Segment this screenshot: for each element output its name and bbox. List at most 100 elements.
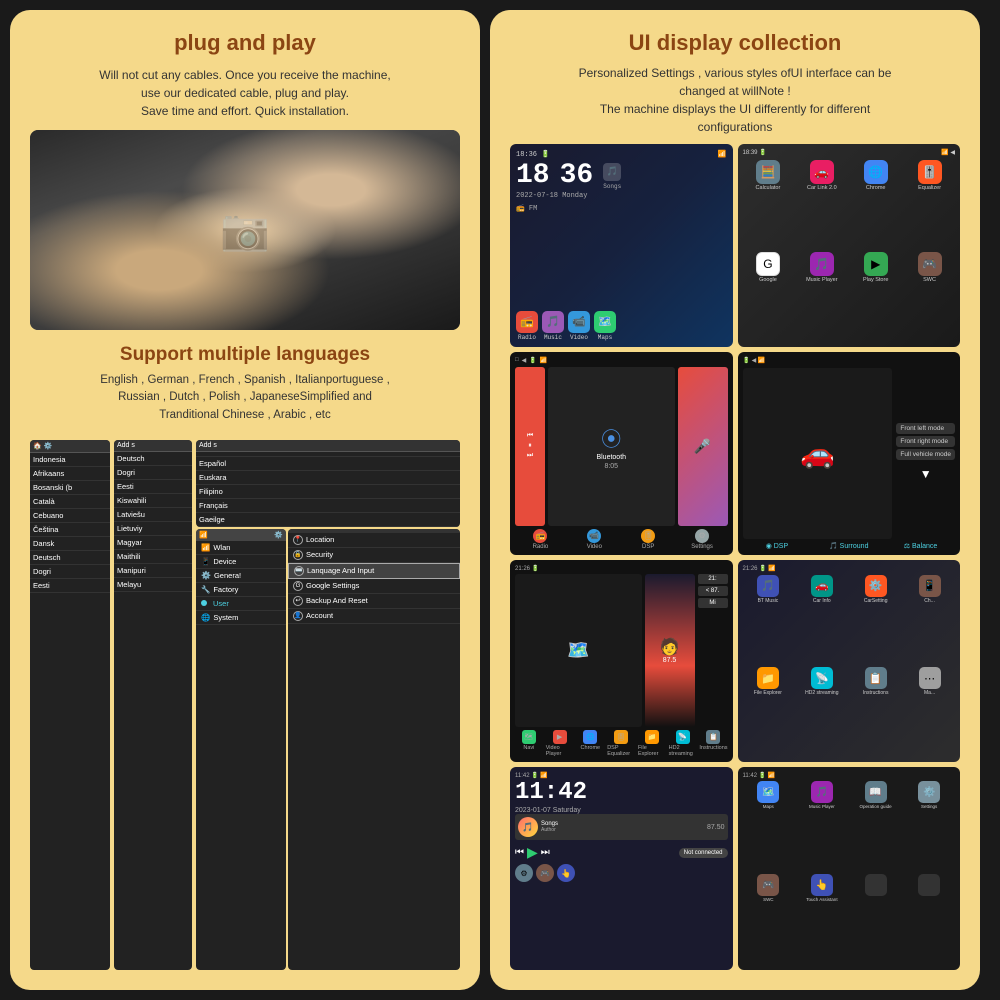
ui3-nav-radio[interactable]: 📻 Radio bbox=[515, 529, 566, 550]
lang-item-deutsch[interactable]: Deutsch bbox=[30, 551, 110, 565]
settings-nav-device[interactable]: 📱 Device bbox=[196, 555, 286, 569]
lang-item-cestina[interactable]: Čeština bbox=[30, 523, 110, 537]
lang-item-filipino[interactable]: Filipino bbox=[196, 485, 460, 499]
lang-item-francais[interactable]: Français bbox=[196, 499, 460, 513]
instructions-label: Instructions bbox=[699, 745, 727, 751]
ui8-settings-label: Settings bbox=[921, 804, 937, 809]
ui4-balance-label[interactable]: ⚖ Balance bbox=[886, 542, 955, 550]
lang-item-catala[interactable]: Català bbox=[30, 495, 110, 509]
seat-front-right[interactable]: Front right mode bbox=[896, 436, 955, 447]
ui2-carlink[interactable]: 🚗 Car Link 2.0 bbox=[796, 160, 847, 249]
ui3-nav-dsp[interactable]: 🎚 DSP bbox=[623, 529, 674, 550]
ui8-swc[interactable]: 🎮 SWC bbox=[743, 874, 795, 965]
lang-item-lietuviy[interactable]: Lietuviy bbox=[114, 522, 192, 536]
lang-item-cebuano[interactable]: Cebuano bbox=[30, 509, 110, 523]
lang-item-dogri2[interactable]: Dogri bbox=[114, 466, 192, 480]
lang-item-deutsch2[interactable]: Deutsch bbox=[114, 452, 192, 466]
ui7-prev-btn[interactable]: ⏮ bbox=[515, 847, 524, 858]
ui4-surround-label[interactable]: 🎵 Surround bbox=[814, 542, 883, 550]
settings-sub-backup[interactable]: ↩ Backup And Reset bbox=[288, 594, 460, 609]
ui2-playstore[interactable]: ▶ Play Store bbox=[850, 252, 901, 341]
seat-front-left[interactable]: Front left mode bbox=[896, 423, 955, 434]
navi-label: Navi bbox=[523, 745, 534, 751]
ui5-app-navi[interactable]: 🗺 Navi bbox=[515, 730, 543, 757]
ui6-fileexplorer[interactable]: 📁 File Explorer bbox=[743, 667, 794, 757]
ui5-app-dsp[interactable]: 🎚 DSP Equalizer bbox=[607, 730, 635, 757]
lang-col3-content: Español Euskara Filipino Français Gaeilg… bbox=[196, 452, 460, 527]
ui6-btmusic[interactable]: 🎵 BT Music bbox=[743, 575, 794, 665]
ui3-nav-video[interactable]: 📹 Video bbox=[569, 529, 620, 550]
ui8-settings[interactable]: ⚙️ Settings bbox=[903, 781, 955, 872]
settings-sub-location[interactable]: 📍 Location bbox=[288, 533, 460, 548]
ui8-opguide[interactable]: 📖 Operation guide bbox=[850, 781, 902, 872]
settings-nav-factory[interactable]: 🔧 Factory bbox=[196, 583, 286, 597]
ui3-settings-label: Settings bbox=[691, 544, 713, 550]
ui2-swc[interactable]: 🎮 SWC bbox=[904, 252, 955, 341]
lang-item-euskara[interactable]: Euskara bbox=[196, 471, 460, 485]
ui-screen-3: □◀🔋📶 ⏮⏸⏭ ⦿ Bluetooth 8:05 🎤 bbox=[510, 352, 733, 555]
settings-sub-language[interactable]: ⌨️ Lanquage And Input bbox=[288, 563, 460, 579]
lang-item-dogri[interactable]: Dogri bbox=[30, 565, 110, 579]
ui5-app-fileexplorer[interactable]: 📁 File Explorer bbox=[638, 730, 666, 757]
settings-nav-user[interactable]: User bbox=[196, 597, 286, 611]
ui6-more[interactable]: ⋯ Ma... bbox=[904, 667, 955, 757]
ui2-equalizer[interactable]: 🎚️ Equalizer bbox=[904, 160, 955, 249]
ui1-app-video[interactable]: 📹 Video bbox=[568, 311, 590, 341]
ui5-app-hd2[interactable]: 📡 HD2 streaming bbox=[669, 730, 697, 757]
ui2-chrome[interactable]: 🌐 Chrome bbox=[850, 160, 901, 249]
ui1-app-maps[interactable]: 🗺️ Maps bbox=[594, 311, 616, 341]
settings-nav-general[interactable]: ⚙️ Genera! bbox=[196, 569, 286, 583]
ui7-touch-btn[interactable]: 👆 bbox=[557, 864, 575, 882]
lang-item-afrikaans[interactable]: Afrikaans bbox=[30, 467, 110, 481]
ui6-instructions[interactable]: 📋 Instructions bbox=[850, 667, 901, 757]
settings-sub-google[interactable]: G Google Settings bbox=[288, 579, 460, 594]
ui2-calculator[interactable]: 🧮 Calculator bbox=[743, 160, 794, 249]
lang-item-latviesu[interactable]: Latviešu bbox=[114, 508, 192, 522]
ui1-app-radio[interactable]: 📻 Radio bbox=[516, 311, 538, 341]
ui2-google[interactable]: G Google bbox=[743, 252, 794, 341]
fileexplorer-label: File Explorer bbox=[638, 745, 666, 757]
ui3-nav-settings[interactable]: ⚙ Settings bbox=[677, 529, 728, 550]
ui2-musicplayer[interactable]: 🎵 Music Player bbox=[796, 252, 847, 341]
ui6-hd2[interactable]: 📡 HD2 streaming bbox=[796, 667, 847, 757]
ui5-app-instructions[interactable]: 📋 Instructions bbox=[699, 730, 727, 757]
ui6-carsetting[interactable]: ⚙️ CarSetting bbox=[850, 575, 901, 665]
ui8-touchasst[interactable]: 👆 Touch Assistant bbox=[796, 874, 848, 965]
ui8-extra2 bbox=[903, 874, 955, 965]
lang-item-bosanski[interactable]: Bosanski (b bbox=[30, 481, 110, 495]
seat-full-vehicle[interactable]: Full vehicle mode bbox=[896, 449, 955, 460]
ui8-maps[interactable]: 🗺️ Maps bbox=[743, 781, 795, 872]
settings-screenshots: 🏠 ⚙️ Indonesia Afrikaans Bosanski (b Cat… bbox=[30, 440, 460, 970]
lang-col3-header: Add s bbox=[196, 440, 460, 452]
ui1-app-music[interactable]: 🎵 Music bbox=[542, 311, 564, 341]
lang-item-espanol[interactable]: Español bbox=[196, 457, 460, 471]
ui7-play-btn[interactable]: ▶ bbox=[527, 844, 538, 861]
ui7-next-btn[interactable]: ⏭ bbox=[541, 847, 550, 858]
lang-item-eesti2[interactable]: Eesti bbox=[114, 480, 192, 494]
ui5-app-videoplayer[interactable]: ▶ Video Player bbox=[546, 730, 574, 757]
lang-item-dansk[interactable]: Dansk bbox=[30, 537, 110, 551]
ui2-calculator-icon: 🧮 bbox=[756, 160, 780, 184]
ui6-extra[interactable]: 📱 Ch... bbox=[904, 575, 955, 665]
lang-item-gaeilge[interactable]: Gaeilge bbox=[196, 513, 460, 527]
settings-nav-wlan[interactable]: 📶 Wlan bbox=[196, 541, 286, 555]
lang-item-magyar[interactable]: Magyar bbox=[114, 536, 192, 550]
lang-item-indonesia[interactable]: Indonesia bbox=[30, 453, 110, 467]
settings-sub-security[interactable]: 🔒 Security bbox=[288, 548, 460, 563]
ui8-musicplayer[interactable]: 🎵 Music Player bbox=[796, 781, 848, 872]
settings-sub-account[interactable]: 👤 Account bbox=[288, 609, 460, 624]
lang-item-eesti[interactable]: Eesti bbox=[30, 579, 110, 593]
ui6-carinfo[interactable]: 🚗 Car Info bbox=[796, 575, 847, 665]
lang-item-maithili[interactable]: Maithili bbox=[114, 550, 192, 564]
lang-item-melayu[interactable]: Melayu bbox=[114, 578, 192, 592]
ui2-carlink-icon: 🚗 bbox=[810, 160, 834, 184]
ui5-app-chrome[interactable]: 🌐 Chrome bbox=[576, 730, 604, 757]
lang-item-kiswahili[interactable]: Kiswahili bbox=[114, 494, 192, 508]
lang-item-manipuri[interactable]: Manipuri bbox=[114, 564, 192, 578]
lang-col3-left: Español Euskara Filipino Français Gaeilg… bbox=[196, 452, 460, 527]
ui4-dsp-label[interactable]: ◉ DSP bbox=[743, 542, 812, 550]
settings-nav-system[interactable]: 🌐 System bbox=[196, 611, 286, 625]
ui3-video-icon: 📹 bbox=[587, 529, 601, 543]
ui7-swc-btn[interactable]: 🎮 bbox=[536, 864, 554, 882]
ui7-settings-btn[interactable]: ⚙ bbox=[515, 864, 533, 882]
